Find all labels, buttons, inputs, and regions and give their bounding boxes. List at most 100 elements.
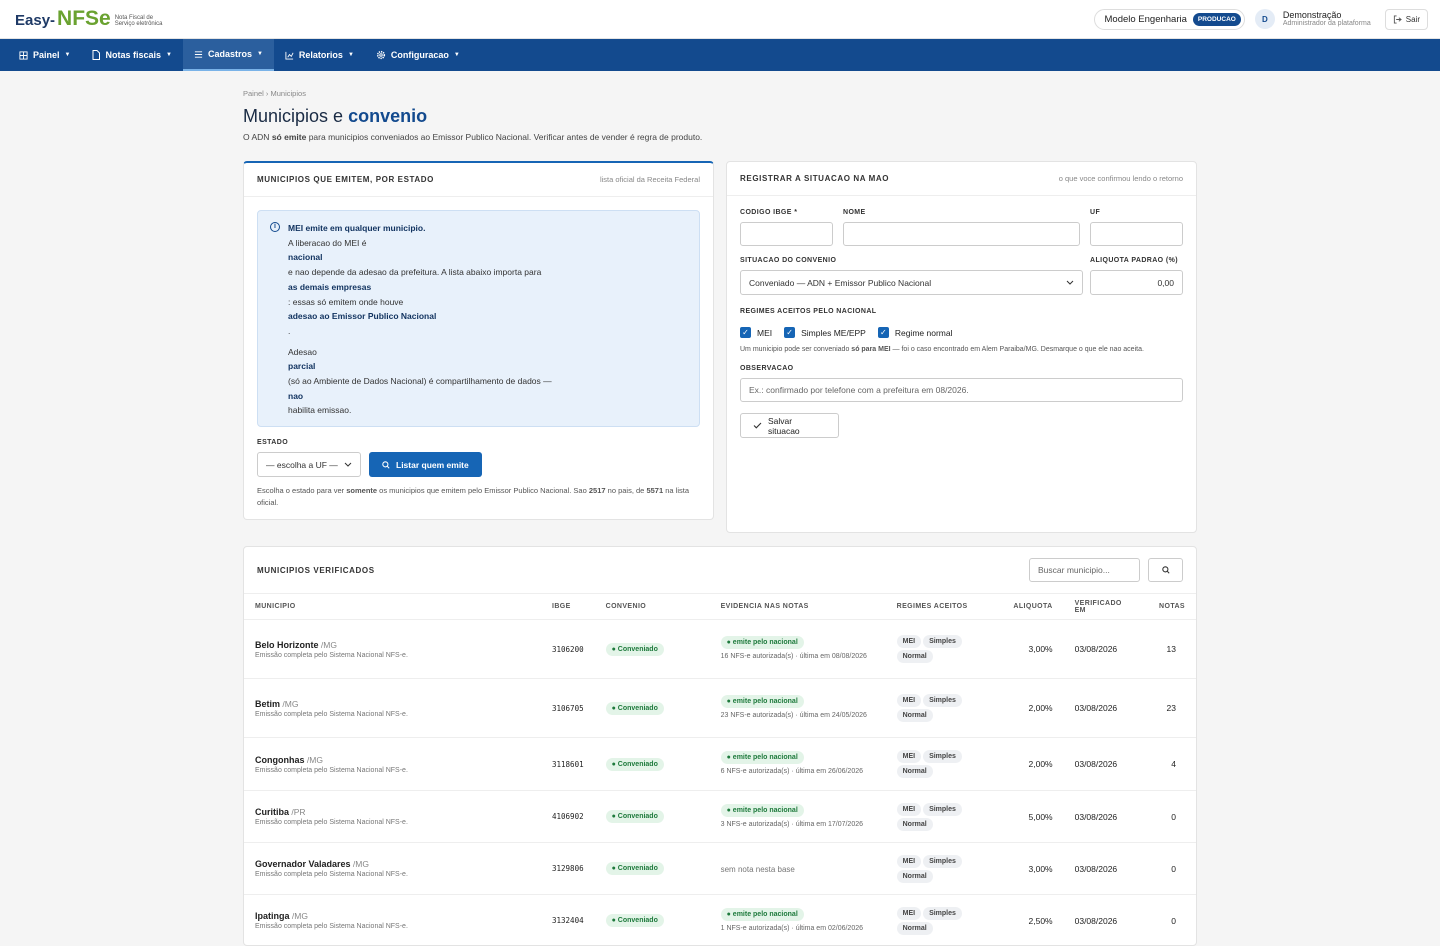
municipio-uf: /MG <box>282 699 298 709</box>
checkbox-mei[interactable]: ✓MEI <box>740 327 772 338</box>
logout-label: Sair <box>1406 15 1420 24</box>
mei-info-box: i MEI emite em qualquer municipio.A libe… <box>257 210 700 427</box>
col-regimes[interactable]: REGIMES ACEITOS <box>886 594 986 620</box>
breadcrumb[interactable]: Painel › Municipios <box>243 89 1197 98</box>
emitters-card: MUNICIPIOS QUE EMITEM, POR ESTADO lista … <box>243 161 714 520</box>
logout-button[interactable]: Sair <box>1385 9 1428 30</box>
checkbox-simples[interactable]: ✓Simples ME/EPP <box>784 327 866 338</box>
municipio-name[interactable]: Betim <box>255 699 280 709</box>
municipio-search-button[interactable] <box>1148 558 1183 582</box>
col-aliquota[interactable]: ALIQUOTA <box>986 594 1064 620</box>
municipio-name[interactable]: Congonhas <box>255 755 305 765</box>
evidence-text: 1 NFS-e autorizada(s) · última em 02/06/… <box>721 923 875 934</box>
verified-card: MUNICIPIOS VERIFICADOS Buscar municipio.… <box>243 546 1197 946</box>
ibge-input[interactable] <box>740 222 833 246</box>
company-selector[interactable]: Modelo Engenharia PRODUCAO <box>1094 9 1245 30</box>
regime-tag: Normal <box>897 922 933 935</box>
col-ibge[interactable]: IBGE <box>541 594 595 620</box>
aliquota-input[interactable]: 0,00 <box>1090 270 1183 295</box>
regimes-label: REGIMES ACEITOS PELO NACIONAL <box>740 308 1183 315</box>
table-row[interactable]: Governador Valadares /MG Emissão complet… <box>244 843 1196 895</box>
list-icon <box>194 50 203 59</box>
nome-input[interactable] <box>843 222 1080 246</box>
evidence-badge: ● emite pelo nacional <box>721 695 804 708</box>
col-municipio[interactable]: MUNICIPIO <box>244 594 541 620</box>
col-notas[interactable]: NOTAS <box>1144 594 1196 620</box>
state-select-value: — escolha a UF — <box>266 460 338 470</box>
verified-title: MUNICIPIOS VERIFICADOS <box>257 566 375 575</box>
municipio-search-input[interactable]: Buscar municipio... <box>1029 558 1140 582</box>
aliquota-label: ALIQUOTA PADRAO (%) <box>1090 257 1183 264</box>
info-line: as demais empresas <box>288 280 687 295</box>
regime-tag: Normal <box>897 818 933 831</box>
app-logo[interactable]: Easy- NFSe Nota Fiscal deServiço eletrôn… <box>15 9 162 29</box>
cell-convenio: ● Conveniado <box>595 738 710 791</box>
nav-label: Notas fiscais <box>105 50 161 60</box>
status-badge: ● Conveniado <box>606 810 664 823</box>
info-line: (só ao Ambiente de Dados Nacional) é com… <box>288 374 687 389</box>
municipio-name[interactable]: Curitiba <box>255 807 289 817</box>
municipio-name[interactable]: Governador Valadares <box>255 859 351 869</box>
obs-label: OBSERVACAO <box>740 365 1183 372</box>
info-line: nacional <box>288 250 687 265</box>
regime-tag: Simples <box>923 907 962 920</box>
check-icon: ✓ <box>784 327 795 338</box>
cell-municipio: Curitiba /PR Emissão completa pelo Siste… <box>244 791 541 843</box>
obs-input[interactable]: Ex.: confirmado por telefone com a prefe… <box>740 378 1183 402</box>
situacao-select[interactable]: Conveniado — ADN + Emissor Publico Nacio… <box>740 270 1083 295</box>
cell-evidencia: ● emite pelo nacional3 NFS-e autorizada(… <box>710 791 886 843</box>
user-name: Demonstração <box>1283 10 1371 20</box>
cell-verificado: 03/08/2026 <box>1064 791 1144 843</box>
obs-placeholder: Ex.: confirmado por telefone com a prefe… <box>749 385 969 395</box>
municipio-desc: Emissão completa pelo Sistema Nacional N… <box>255 711 530 718</box>
table-row[interactable]: Betim /MG Emissão completa pelo Sistema … <box>244 679 1196 738</box>
table-row[interactable]: Ipatinga /MG Emissão completa pelo Siste… <box>244 895 1196 946</box>
col-verificado[interactable]: VERIFICADO EM <box>1064 594 1144 620</box>
table-row[interactable]: Belo Horizonte /MG Emissão completa pelo… <box>244 620 1196 679</box>
nav-label: Relatorios <box>299 50 343 60</box>
regime-tag: Normal <box>897 870 933 883</box>
cell-aliquota: 3,00% <box>986 843 1064 895</box>
caret-down-icon: ▼ <box>348 52 354 58</box>
cell-verificado: 03/08/2026 <box>1064 679 1144 738</box>
municipio-desc: Emissão completa pelo Sistema Nacional N… <box>255 819 530 826</box>
nav-label: Painel <box>33 50 60 60</box>
table-row[interactable]: Congonhas /MG Emissão completa pelo Sist… <box>244 738 1196 791</box>
list-emitters-button[interactable]: Listar quem emite <box>369 452 482 477</box>
save-situacao-label: Salvar situacao <box>768 416 826 436</box>
cell-notas: 4 <box>1144 738 1196 791</box>
col-evidencia[interactable]: EVIDENCIA NAS NOTAS <box>710 594 886 620</box>
nav-relatorios[interactable]: Relatorios ▼ <box>274 39 365 71</box>
nav-cadastros[interactable]: Cadastros▼ <box>183 39 274 71</box>
checkbox-regime-normal[interactable]: ✓Regime normal <box>878 327 953 338</box>
nav-painel[interactable]: Painel▼ <box>8 39 81 71</box>
nav-notas-fiscais[interactable]: Notas fiscais▼ <box>81 39 182 71</box>
municipio-uf: /PR <box>291 807 305 817</box>
cell-evidencia: ● emite pelo nacional6 NFS-e autorizada(… <box>710 738 886 791</box>
cell-notas: 0 <box>1144 843 1196 895</box>
save-situacao-button[interactable]: Salvar situacao <box>740 413 839 438</box>
municipio-name[interactable]: Belo Horizonte <box>255 640 319 650</box>
uf-input[interactable] <box>1090 222 1183 246</box>
user-menu[interactable]: D Demonstração Administrador da platafor… <box>1255 9 1371 29</box>
regime-tag: Simples <box>923 750 962 763</box>
regime-tag: Normal <box>897 765 933 778</box>
municipio-name[interactable]: Ipatinga <box>255 911 290 921</box>
cell-notas: 0 <box>1144 791 1196 843</box>
page-content: Painel › Municipios Municipios e conveni… <box>243 89 1197 142</box>
logo-subtitle: Nota Fiscal deServiço eletrônica <box>115 15 163 27</box>
cell-regimes: MEISimplesNormal <box>886 679 986 738</box>
cell-ibge: 3106200 <box>541 620 595 679</box>
cell-regimes: MEISimplesNormal <box>886 791 986 843</box>
regimes-help: Um municipio pode ser conveniado só para… <box>740 344 1183 356</box>
cell-regimes: MEISimplesNormal <box>886 738 986 791</box>
nav-configuracao[interactable]: Configuracao▼ <box>365 39 471 71</box>
table-row[interactable]: Curitiba /PR Emissão completa pelo Siste… <box>244 791 1196 843</box>
regime-tag: MEI <box>897 907 921 920</box>
cell-convenio: ● Conveniado <box>595 620 710 679</box>
top-bar: Easy- NFSe Nota Fiscal deServiço eletrôn… <box>0 0 1440 39</box>
nav-label: Configuracao <box>391 50 449 60</box>
nav-label: Cadastros <box>208 49 252 59</box>
state-select[interactable]: — escolha a UF — <box>257 452 361 477</box>
col-convenio[interactable]: CONVENIO <box>595 594 710 620</box>
